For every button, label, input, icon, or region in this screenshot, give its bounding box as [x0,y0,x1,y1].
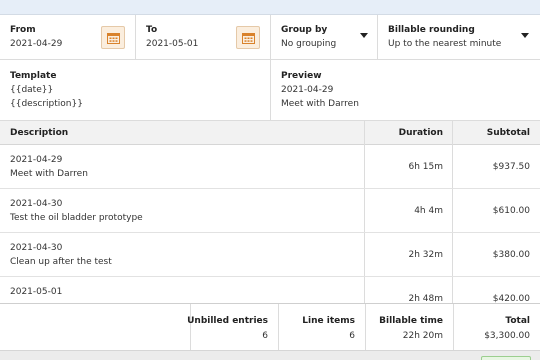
row-date: 2021-04-30 [10,243,63,253]
billable-rounding-label: Billable rounding [388,25,475,35]
template-label: Template [10,71,57,81]
group-by-label: Group by [281,25,328,35]
table-row[interactable]: 2021-04-30 Test the oil bladder prototyp… [0,189,540,233]
chevron-down-icon[interactable] [521,33,529,38]
calendar-icon [242,33,255,44]
group-by-select[interactable]: Group by No grouping [271,15,378,59]
column-header-duration[interactable]: Duration [399,128,443,138]
summary-label: Line items [302,316,355,326]
line-items-list[interactable]: 2021-04-29 Meet with Darren 6h 15m $937.… [0,145,540,303]
primary-action-button[interactable] [481,356,531,360]
summary-label: Unbilled entries [187,316,268,326]
row-duration: 6h 15m [408,162,443,172]
billable-rounding-select[interactable]: Billable rounding Up to the nearest minu… [378,15,540,59]
row-duration: 2h 32m [408,250,443,260]
row-description: Meet with Darren [10,169,88,179]
summary-value: $3,300.00 [484,331,530,341]
summary-value: 6 [349,331,355,341]
preview-line: 2021-04-29 [281,85,334,95]
row-subtotal: $420.00 [492,294,530,303]
chevron-down-icon[interactable] [360,33,368,38]
table-row[interactable]: 2021-04-29 Meet with Darren 6h 15m $937.… [0,145,540,189]
column-header-subtotal[interactable]: Subtotal [487,128,530,138]
action-bar [0,350,540,360]
to-label: To [146,25,158,35]
line-items-summary: Line items 6 [278,304,365,351]
calendar-icon [107,33,120,44]
table-row[interactable]: 2021-05-01 2h 48m $420.00 [0,277,540,303]
from-label: From [10,25,36,35]
from-calendar-button[interactable] [101,26,125,49]
preview-line: Meet with Darren [281,99,359,109]
unbilled-entries-summary: Unbilled entries 6 [187,304,278,351]
row-subtotal: $610.00 [492,206,530,216]
to-calendar-button[interactable] [236,26,260,49]
to-value[interactable]: 2021-05-01 [146,39,198,49]
top-bar [0,0,540,15]
template-section: Template {{date}} {{description}} Previe… [0,60,540,121]
billable-rounding-value[interactable]: Up to the nearest minute [388,39,501,49]
row-subtotal: $937.50 [492,162,530,172]
row-date: 2021-04-30 [10,199,63,209]
preview-label: Preview [281,71,322,81]
summary-label: Billable time [379,316,443,326]
summary-footer: Unbilled entries 6 Line items 6 Billable… [0,303,540,351]
from-field[interactable]: From 2021-04-29 [0,15,136,59]
summary-value: 6 [262,331,268,341]
template-line[interactable]: {{date}} [10,85,53,95]
row-description: Test the oil bladder prototype [10,213,143,223]
row-date: 2021-05-01 [10,287,63,297]
row-description: Clean up after the test [10,257,112,267]
row-subtotal: $380.00 [492,250,530,260]
template-field[interactable]: Template {{date}} {{description}} [0,60,271,120]
column-header-description[interactable]: Description [10,128,68,138]
template-line[interactable]: {{description}} [10,99,83,109]
from-value[interactable]: 2021-04-29 [10,39,62,49]
group-by-value[interactable]: No grouping [281,39,336,49]
table-row[interactable]: 2021-04-30 Clean up after the test 2h 32… [0,233,540,277]
total-summary: Total $3,300.00 [453,304,540,351]
summary-label: Total [505,316,530,326]
row-duration: 4h 4m [414,206,443,216]
preview-panel: Preview 2021-04-29 Meet with Darren [271,60,540,120]
filter-bar: From 2021-04-29 To 2021-05-01 Group by N… [0,15,540,60]
to-field[interactable]: To 2021-05-01 [136,15,271,59]
row-date: 2021-04-29 [10,155,63,165]
summary-value: 22h 20m [402,331,443,341]
row-duration: 2h 48m [408,294,443,303]
billable-time-summary: Billable time 22h 20m [365,304,453,351]
table-header: Description Duration Subtotal [0,121,540,145]
